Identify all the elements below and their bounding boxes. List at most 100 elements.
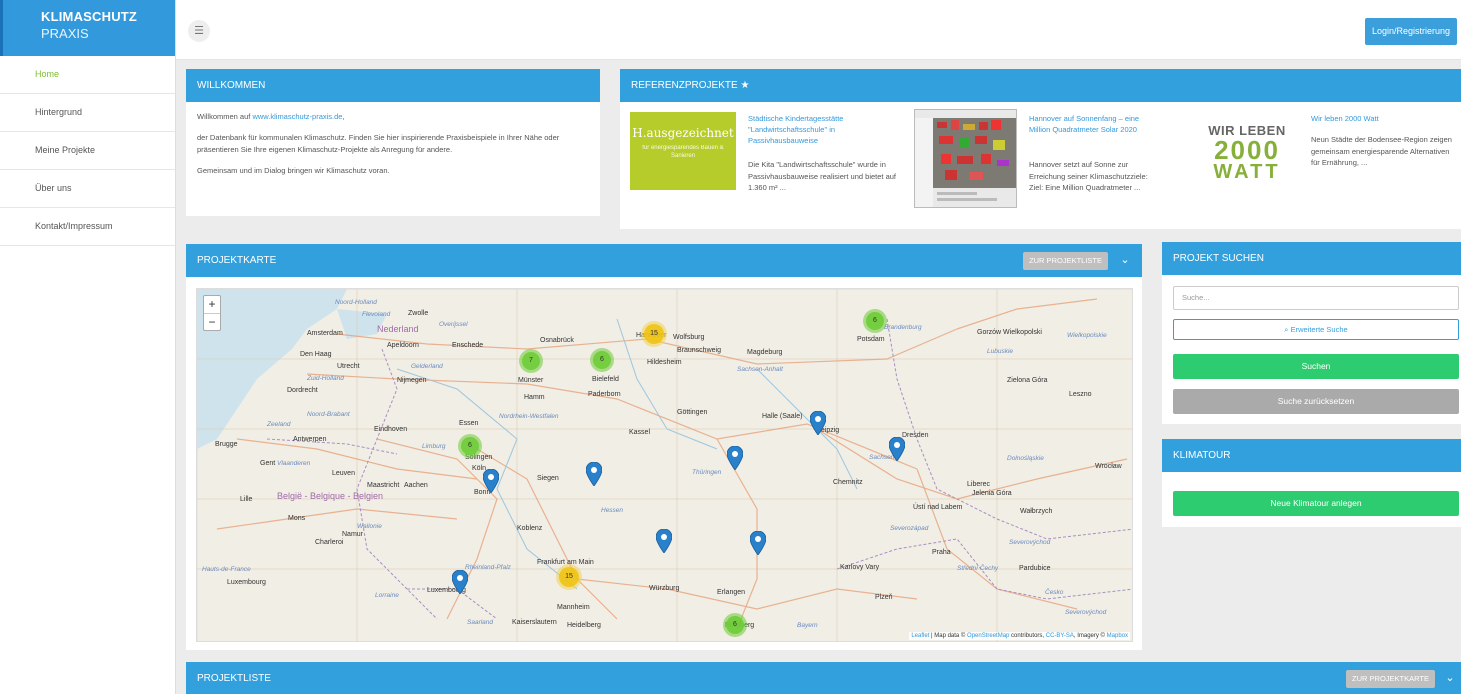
reference-title-3[interactable]: Wir leben 2000 Watt <box>1311 113 1457 124</box>
map-attribution: Leaflet | Map data © OpenStreetMap contr… <box>909 632 1130 640</box>
reset-search-button[interactable]: Suche zurücksetzen <box>1173 389 1459 414</box>
project-search-title: PROJEKT SUCHEN <box>1162 242 1461 275</box>
sidebar-item-home[interactable]: Home <box>0 56 175 94</box>
search-input[interactable]: Suche... <box>1173 286 1459 310</box>
map-city-label: Praha <box>932 549 951 556</box>
map-city-label: Leuven <box>332 470 355 477</box>
map-cluster-marker[interactable]: 7 <box>519 349 543 373</box>
map-pin-icon[interactable] <box>452 570 468 594</box>
map-city-label: Essen <box>459 420 479 427</box>
map-region-label: Lorraine <box>375 592 399 599</box>
zoom-in-button[interactable]: + <box>204 296 220 313</box>
map-pin-icon[interactable] <box>750 531 766 555</box>
reference-title-2[interactable]: Hannover auf Sonnenfang – eine Million Q… <box>1029 113 1159 135</box>
map-city-label: Gorzów Wielkopolski <box>977 329 1042 336</box>
map-region-label: Dolnośląskie <box>1007 455 1044 462</box>
sidebar-item-meine-projekte[interactable]: Meine Projekte <box>0 132 175 170</box>
new-klimatour-button[interactable]: Neue Klimatour anlegen <box>1173 491 1459 516</box>
map-cluster-count: 6 <box>726 616 744 634</box>
klimatour-panel: KLIMATOUR Neue Klimatour anlegen <box>1162 439 1461 527</box>
sidebar: KLIMASCHUTZ PRAXIS Home Hintergrund Mein… <box>0 0 176 694</box>
map-city-label: Karlovy Vary <box>840 564 880 571</box>
map-city-label: Zwolle <box>408 310 429 317</box>
map-region-label: Wallonie <box>357 523 382 530</box>
map-city-label: Liberec <box>967 481 990 488</box>
advanced-search-button[interactable]: ⌕ Erweiterte Suche <box>1173 319 1459 340</box>
sidebar-item-hintergrund[interactable]: Hintergrund <box>0 94 175 132</box>
map-city-label: Dresden <box>902 432 929 439</box>
brand-line1: KLIMASCHUTZ <box>41 9 138 24</box>
reference-thumb-3-line3: WATT <box>1213 161 1281 183</box>
map-pin-icon[interactable] <box>889 437 905 461</box>
search-icon: ⌕ <box>1284 325 1289 334</box>
project-map[interactable]: + − Noord-Holland Flevoland Zwolle Overi… <box>196 288 1133 642</box>
map-city-label: Lille <box>240 496 253 503</box>
map-region-label: Overijssel <box>439 321 468 328</box>
map-city-label: Braunschweig <box>677 347 721 354</box>
map-region-label: Severozápad <box>890 525 929 532</box>
map-zoom-control: + − <box>203 295 221 331</box>
reference-thumb-1[interactable]: H.ausgezeichnet für energiesparendes Bau… <box>630 112 736 190</box>
attribution-text: contributors, <box>1009 633 1046 639</box>
to-project-map-button[interactable]: ZUR PROJEKTKARTE <box>1346 670 1435 688</box>
map-city-label: Aachen <box>404 482 428 489</box>
brand-line2: PRAXIS <box>41 26 89 41</box>
map-region-label: Rheinland-Pfalz <box>465 564 511 571</box>
welcome-body: Willkommen auf www.klimaschutz-praxis.de… <box>186 102 600 195</box>
map-pin-icon[interactable] <box>586 462 602 486</box>
chevron-down-icon[interactable]: ⌄ <box>1441 669 1459 687</box>
search-button[interactable]: Suchen <box>1173 354 1459 379</box>
references-title: REFERENZPROJEKTE <box>631 80 738 91</box>
reference-thumb-2[interactable] <box>914 109 1017 208</box>
map-city-label: Hamm <box>524 394 545 401</box>
map-city-label: Mons <box>288 515 306 522</box>
map-city-label: Potsdam <box>857 336 885 343</box>
map-region-label: Sachsen-Anhalt <box>737 366 783 373</box>
map-city-label: Charleroi <box>315 539 344 546</box>
map-pin-icon[interactable] <box>656 529 672 553</box>
map-region-label: Flevoland <box>362 311 391 318</box>
map-pin-icon[interactable] <box>483 469 499 493</box>
solar-map-screenshot-icon <box>915 110 1016 207</box>
welcome-site-link[interactable]: www.klimaschutz-praxis.de <box>252 112 342 121</box>
map-region-label: Lubuskie <box>987 348 1014 355</box>
map-city-label: Magdeburg <box>747 349 783 356</box>
map-region-label: Saarland <box>467 619 494 626</box>
sidebar-nav: Home Hintergrund Meine Projekte Über uns… <box>0 56 175 246</box>
reference-thumb-1-sub: für energiesparendes Bauen & Sanieren <box>642 145 724 159</box>
menu-toggle-icon[interactable]: ☰ <box>188 20 210 42</box>
map-cluster-marker[interactable]: 6 <box>723 613 747 637</box>
map-cluster-marker[interactable]: 15 <box>556 564 582 590</box>
welcome-closing: Gemeinsam und im Dialog bringen wir Klim… <box>197 166 390 175</box>
map-cluster-count: 6 <box>593 351 611 369</box>
map-city-label: Utrecht <box>337 363 360 370</box>
sidebar-item-kontakt[interactable]: Kontakt/Impressum <box>0 208 175 246</box>
cc-link[interactable]: CC-BY-SA <box>1046 633 1074 639</box>
map-region-label: Noord-Brabant <box>307 411 350 418</box>
map-cluster-marker[interactable]: 6 <box>863 309 887 333</box>
map-region-label: Wielkopolskie <box>1067 332 1107 339</box>
map-city-label: Gent <box>260 460 276 467</box>
reference-title-1[interactable]: Städtische Kindertagesstätte "Landwirtsc… <box>748 113 888 146</box>
login-button[interactable]: Login/Registrierung <box>1364 18 1457 45</box>
map-region-label: Hauts-de-France <box>202 566 251 573</box>
map-cluster-marker[interactable]: 6 <box>590 348 614 372</box>
sidebar-item-ueber-uns[interactable]: Über uns <box>0 170 175 208</box>
brand-logo[interactable]: KLIMASCHUTZ PRAXIS <box>0 0 175 56</box>
map-city-label: Luxembourg <box>227 579 266 586</box>
chevron-down-icon[interactable]: ⌄ <box>1116 251 1134 269</box>
map-pin-icon[interactable] <box>810 411 826 435</box>
map-region-label: Bayern <box>797 622 818 629</box>
project-list-panel: PROJEKTLISTE ZUR PROJEKTKARTE ⌄ <box>186 662 1461 694</box>
reference-thumb-3[interactable]: WIR LEBEN 2000 WATT <box>1194 109 1300 199</box>
map-cluster-marker[interactable]: 15 <box>641 321 667 347</box>
map-cluster-marker[interactable]: 6 <box>458 434 482 458</box>
mapbox-link[interactable]: Mapbox <box>1107 633 1128 639</box>
map-pin-icon[interactable] <box>727 446 743 470</box>
to-project-list-button[interactable]: ZUR PROJEKTLISTE <box>1023 252 1108 270</box>
leaflet-link[interactable]: Leaflet <box>911 633 929 639</box>
zoom-out-button[interactable]: − <box>204 313 220 330</box>
map-region-label: Severovýchod <box>1009 539 1051 546</box>
osm-link[interactable]: OpenStreetMap <box>967 633 1009 639</box>
map-city-label: Hildesheim <box>647 359 682 366</box>
